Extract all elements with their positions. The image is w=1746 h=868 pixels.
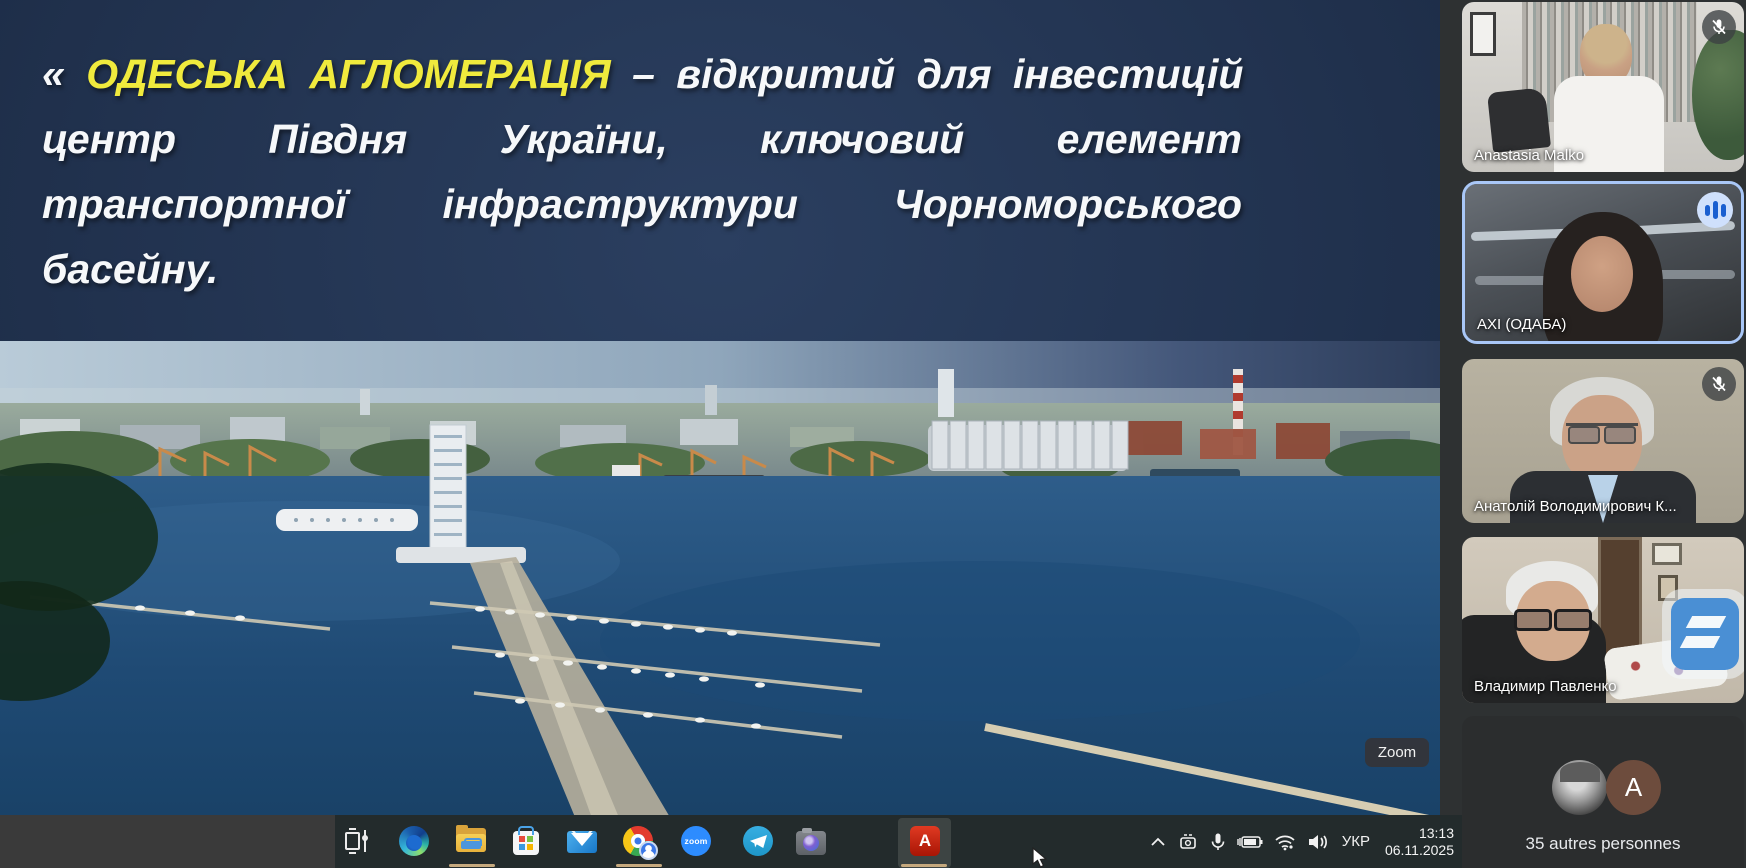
volume-icon[interactable] [1307, 833, 1331, 851]
zoom-app-icon[interactable]: zoom [680, 825, 712, 857]
odesa-port-aerial-photo [0, 341, 1440, 868]
mail-icon[interactable] [566, 825, 598, 857]
participant-tile-anastasia[interactable]: Anastasia Malko [1462, 2, 1744, 172]
zoom-watermark-label: Zoom [1365, 738, 1429, 767]
battery-icon[interactable] [1237, 834, 1263, 850]
slide-title-line1: « ОДЕСЬКА АГЛОМЕРАЦІЯ – відкритий для ін… [42, 42, 1242, 107]
windows-taskbar: zoom A [0, 815, 1462, 868]
mic-muted-icon [1702, 10, 1736, 44]
participant-name: Анатолій Володимирович К... [1474, 498, 1677, 515]
microsoft-store-icon[interactable] [510, 825, 542, 857]
shared-screen-area: « ОДЕСЬКА АГЛОМЕРАЦІЯ – відкритий для ін… [0, 0, 1440, 868]
mic-muted-icon [1702, 367, 1736, 401]
more-participants-tile[interactable]: A 35 autres personnes [1462, 716, 1744, 868]
tray-time: 13:13 [1385, 825, 1454, 842]
clock[interactable]: 13:13 06.11.2025 [1385, 825, 1454, 859]
tray-date: 06.11.2025 [1385, 842, 1454, 859]
microphone-icon[interactable] [1210, 832, 1226, 852]
participant-tile-anatolii[interactable]: Анатолій Володимирович К... [1462, 359, 1744, 523]
participant-name: Anastasia Malko [1474, 147, 1584, 164]
quote-mark: « [42, 51, 65, 97]
logo-watermark [1662, 589, 1744, 679]
wifi-icon[interactable] [1274, 833, 1296, 851]
participant-tile-axi-speaking[interactable]: AXI (ОДАБА) [1462, 181, 1744, 344]
more-participants-label: 35 autres personnes [1462, 834, 1744, 854]
task-view-icon[interactable] [340, 825, 372, 857]
slide-title-line3: транспортної інфраструктури Чорноморсько… [42, 172, 1242, 237]
avatar [1552, 760, 1607, 815]
taskbar-left-panel [0, 815, 335, 868]
slide-title-line4: басейну. [42, 237, 1242, 302]
cast-display-icon[interactable] [1177, 832, 1199, 852]
speaking-indicator-icon [1697, 192, 1733, 228]
avatar-letter: A [1606, 760, 1661, 815]
slide-title-line2: центр Півдня України, ключовий елемент [42, 107, 1242, 172]
running-indicator-chrome [616, 864, 662, 867]
running-indicator-acrobat [901, 864, 947, 867]
chrome-icon[interactable] [622, 825, 654, 857]
telegram-icon[interactable] [742, 825, 774, 857]
participants-sidebar: Anastasia Malko AXI (ОДАБА) Анатолій В [1462, 0, 1746, 868]
participant-name: AXI (ОДАБА) [1477, 316, 1566, 333]
participant-name: Владимир Павленко [1474, 678, 1617, 695]
running-indicator-explorer [449, 864, 495, 867]
system-tray: УКР 13:13 06.11.2025 [1150, 815, 1454, 868]
language-indicator[interactable]: УКР [1342, 833, 1370, 850]
camera-app-icon[interactable] [795, 825, 827, 857]
participant-tile-vladimir[interactable]: Владимир Павленко [1462, 537, 1744, 703]
acrobat-icon[interactable]: A [909, 825, 941, 857]
chrome-profile-badge [639, 841, 658, 860]
slide-title: « ОДЕСЬКА АГЛОМЕРАЦІЯ – відкритий для ін… [42, 42, 1242, 302]
slide-title-line1-rest: – відкритий для інвестицій [632, 51, 1243, 97]
mouse-cursor [1032, 847, 1049, 868]
slide-title-highlight: ОДЕСЬКА АГЛОМЕРАЦІЯ [86, 51, 610, 97]
tray-chevron-up-icon[interactable] [1150, 836, 1166, 848]
edge-browser-icon[interactable] [398, 825, 430, 857]
meeting-window: « ОДЕСЬКА АГЛОМЕРАЦІЯ – відкритий для ін… [0, 0, 1746, 868]
file-explorer-icon[interactable] [455, 825, 487, 857]
